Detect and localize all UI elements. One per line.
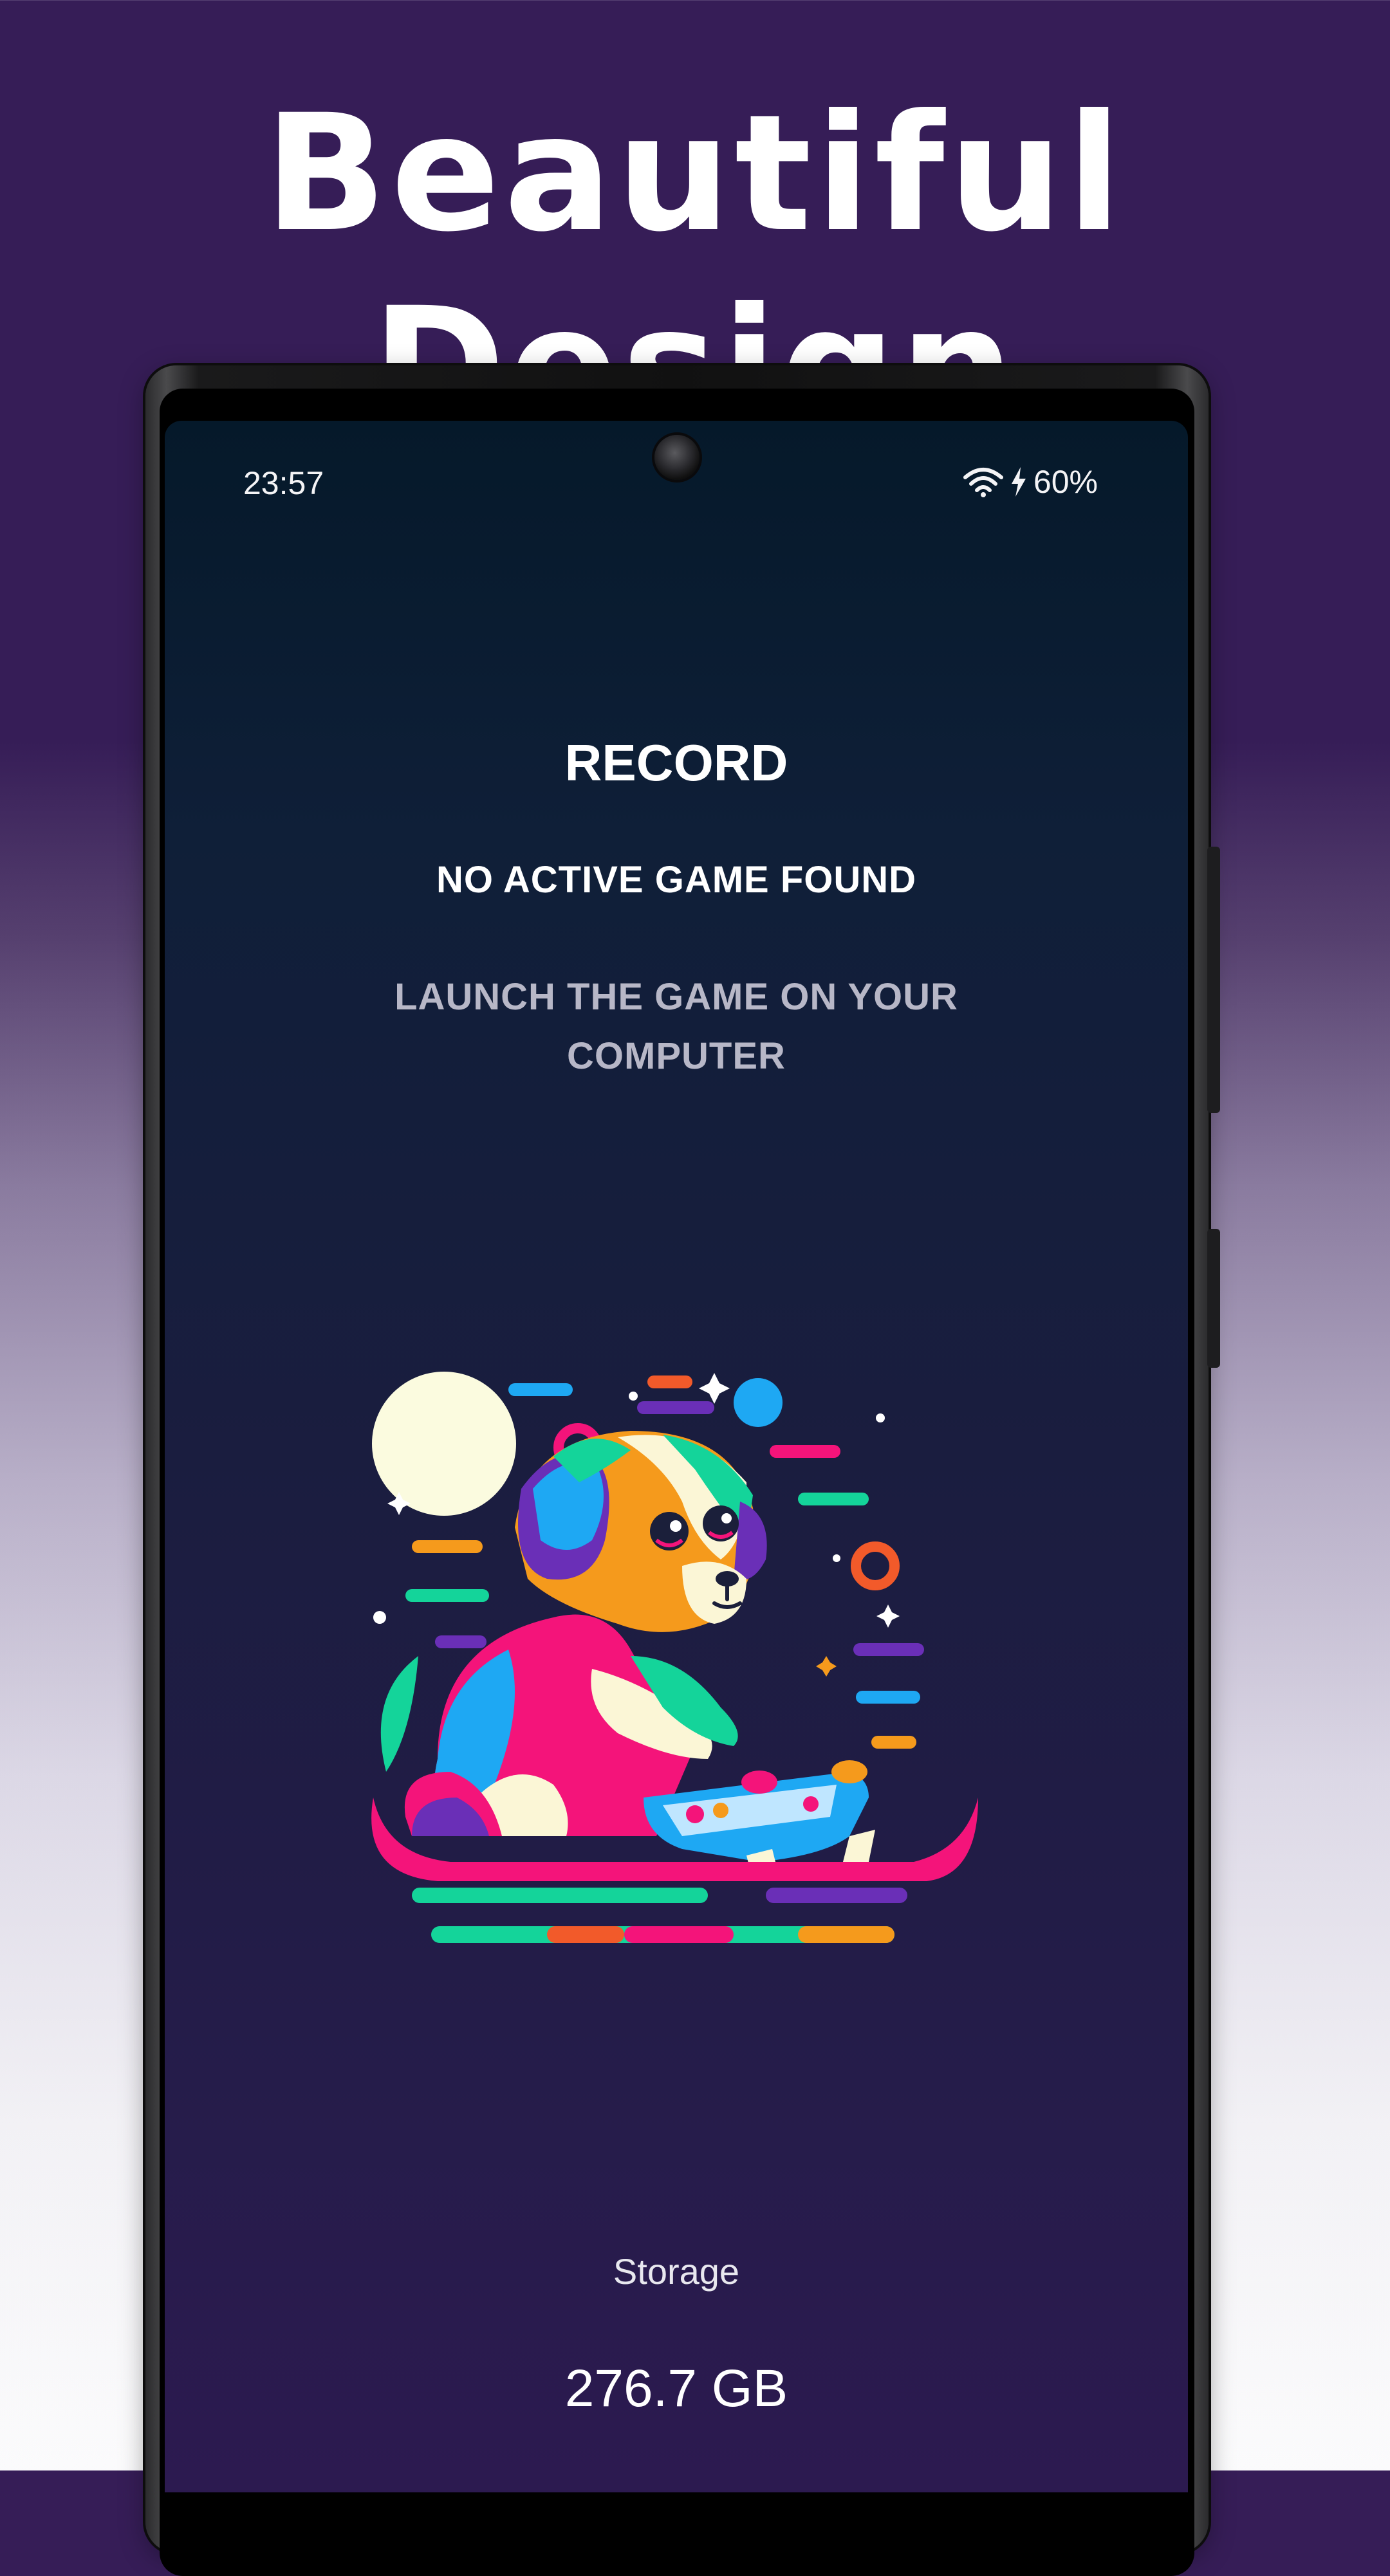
wifi-icon bbox=[963, 466, 1004, 498]
front-camera bbox=[654, 435, 700, 480]
charging-bolt-icon bbox=[1010, 467, 1027, 497]
battery-percent: 60% bbox=[1033, 464, 1098, 500]
status-message: NO ACTIVE GAME FOUND bbox=[436, 859, 917, 901]
phone-volume-button bbox=[1207, 847, 1220, 1113]
hint-message: LAUNCH THE GAME ON YOUR COMPUTER bbox=[165, 968, 1188, 1086]
dog-gamer-illustration bbox=[371, 1372, 978, 1943]
app-screen: 23:57 60% RECORD NO ACTIVE GAME FOUND LA… bbox=[165, 421, 1188, 2492]
storage-value: 276.7 GB bbox=[564, 2359, 788, 2418]
hint-text: LAUNCH THE GAME ON YOUR COMPUTER bbox=[394, 976, 958, 1077]
screen-title: RECORD bbox=[564, 734, 788, 791]
storage-label: Storage bbox=[613, 2251, 740, 2292]
phone-power-button bbox=[1207, 1229, 1220, 1368]
status-time: 23:57 bbox=[243, 465, 324, 501]
status-icons: 60% bbox=[963, 463, 1098, 501]
